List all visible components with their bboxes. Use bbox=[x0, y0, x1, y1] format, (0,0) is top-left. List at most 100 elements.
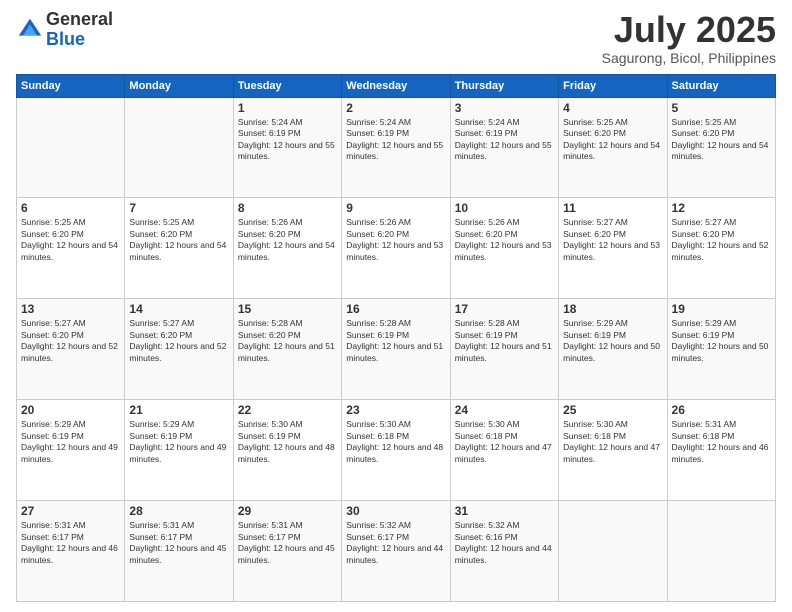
day-number: 6 bbox=[21, 201, 120, 215]
day-number: 4 bbox=[563, 101, 662, 115]
day-cell: 16Sunrise: 5:28 AMSunset: 6:19 PMDayligh… bbox=[342, 299, 450, 400]
day-header-friday: Friday bbox=[559, 74, 667, 97]
day-header-thursday: Thursday bbox=[450, 74, 558, 97]
day-header-wednesday: Wednesday bbox=[342, 74, 450, 97]
day-number: 3 bbox=[455, 101, 554, 115]
day-number: 20 bbox=[21, 403, 120, 417]
day-info: Sunrise: 5:26 AMSunset: 6:20 PMDaylight:… bbox=[455, 217, 554, 263]
day-cell: 21 Sunrise: 5:29 AMSunset: 6:19 PMDayligh… bbox=[125, 400, 233, 501]
day-cell: 8 Sunrise: 5:26 AMSunset: 6:20 PMDaylight… bbox=[233, 198, 341, 299]
day-cell: 20 Sunrise: 5:29 AMSunset: 6:19 PMDayligh… bbox=[17, 400, 125, 501]
day-info: Sunrise: 5:29 AMSunset: 6:19 PMDaylight:… bbox=[21, 419, 120, 465]
day-number: 15 bbox=[238, 302, 337, 316]
day-number: 13 bbox=[21, 302, 120, 316]
day-info: Sunrise: 5:31 AMSunset: 6:17 PMDaylight:… bbox=[21, 520, 120, 566]
day-header-sunday: Sunday bbox=[17, 74, 125, 97]
day-cell: 12Sunrise: 5:27 AMSunset: 6:20 PMDayligh… bbox=[667, 198, 775, 299]
location: Sagurong, Bicol, Philippines bbox=[602, 50, 776, 66]
day-cell bbox=[667, 501, 775, 602]
day-cell: 11 Sunrise: 5:27 AMSunset: 6:20 PMDayligh… bbox=[559, 198, 667, 299]
day-cell: 2 Sunrise: 5:24 AMSunset: 6:19 PMDaylight… bbox=[342, 97, 450, 198]
month-title: July 2025 bbox=[602, 10, 776, 50]
week-row-4: 20 Sunrise: 5:29 AMSunset: 6:19 PMDayligh… bbox=[17, 400, 776, 501]
day-info: Sunrise: 5:24 AMSunset: 6:19 PMDaylight:… bbox=[238, 117, 337, 163]
logo-general: General bbox=[46, 10, 113, 30]
day-cell: 14Sunrise: 5:27 AMSunset: 6:20 PMDayligh… bbox=[125, 299, 233, 400]
day-info: Sunrise: 5:27 AMSunset: 6:20 PMDaylight:… bbox=[21, 318, 120, 364]
day-cell: 6 Sunrise: 5:25 AMSunset: 6:20 PMDaylight… bbox=[17, 198, 125, 299]
day-info: Sunrise: 5:27 AMSunset: 6:20 PMDaylight:… bbox=[563, 217, 662, 263]
day-cell: 4 Sunrise: 5:25 AMSunset: 6:20 PMDaylight… bbox=[559, 97, 667, 198]
logo-text: General Blue bbox=[46, 10, 113, 50]
day-cell: 27 Sunrise: 5:31 AMSunset: 6:17 PMDayligh… bbox=[17, 501, 125, 602]
day-number: 29 bbox=[238, 504, 337, 518]
day-cell: 19Sunrise: 5:29 AMSunset: 6:19 PMDayligh… bbox=[667, 299, 775, 400]
day-cell: 5 Sunrise: 5:25 AMSunset: 6:20 PMDaylight… bbox=[667, 97, 775, 198]
day-cell: 29 Sunrise: 5:31 AMSunset: 6:17 PMDayligh… bbox=[233, 501, 341, 602]
day-cell bbox=[125, 97, 233, 198]
week-row-5: 27 Sunrise: 5:31 AMSunset: 6:17 PMDayligh… bbox=[17, 501, 776, 602]
day-header-monday: Monday bbox=[125, 74, 233, 97]
title-section: July 2025 Sagurong, Bicol, Philippines bbox=[602, 10, 776, 66]
day-number: 17 bbox=[455, 302, 554, 316]
day-info: Sunrise: 5:30 AMSunset: 6:18 PMDaylight:… bbox=[563, 419, 662, 465]
day-number: 10 bbox=[455, 201, 554, 215]
day-number: 8 bbox=[238, 201, 337, 215]
day-info: Sunrise: 5:25 AMSunset: 6:20 PMDaylight:… bbox=[129, 217, 228, 263]
day-info: Sunrise: 5:25 AMSunset: 6:20 PMDaylight:… bbox=[21, 217, 120, 263]
day-number: 22 bbox=[238, 403, 337, 417]
day-cell: 9 Sunrise: 5:26 AMSunset: 6:20 PMDaylight… bbox=[342, 198, 450, 299]
day-info: Sunrise: 5:24 AMSunset: 6:19 PMDaylight:… bbox=[346, 117, 445, 163]
day-info: Sunrise: 5:28 AMSunset: 6:20 PMDaylight:… bbox=[238, 318, 337, 364]
day-cell: 3 Sunrise: 5:24 AMSunset: 6:19 PMDaylight… bbox=[450, 97, 558, 198]
day-number: 26 bbox=[672, 403, 771, 417]
day-cell bbox=[559, 501, 667, 602]
day-info: Sunrise: 5:30 AMSunset: 6:18 PMDaylight:… bbox=[346, 419, 445, 465]
day-cell: 1Sunrise: 5:24 AMSunset: 6:19 PMDaylight… bbox=[233, 97, 341, 198]
week-row-2: 6 Sunrise: 5:25 AMSunset: 6:20 PMDaylight… bbox=[17, 198, 776, 299]
day-number: 23 bbox=[346, 403, 445, 417]
day-info: Sunrise: 5:26 AMSunset: 6:20 PMDaylight:… bbox=[346, 217, 445, 263]
day-info: Sunrise: 5:25 AMSunset: 6:20 PMDaylight:… bbox=[672, 117, 771, 163]
day-cell: 18Sunrise: 5:29 AMSunset: 6:19 PMDayligh… bbox=[559, 299, 667, 400]
page: General Blue July 2025 Sagurong, Bicol, … bbox=[0, 0, 792, 612]
day-info: Sunrise: 5:32 AMSunset: 6:16 PMDaylight:… bbox=[455, 520, 554, 566]
day-cell: 25Sunrise: 5:30 AMSunset: 6:18 PMDayligh… bbox=[559, 400, 667, 501]
day-number: 14 bbox=[129, 302, 228, 316]
day-cell: 24Sunrise: 5:30 AMSunset: 6:18 PMDayligh… bbox=[450, 400, 558, 501]
day-number: 28 bbox=[129, 504, 228, 518]
day-info: Sunrise: 5:25 AMSunset: 6:20 PMDaylight:… bbox=[563, 117, 662, 163]
day-cell: 31 Sunrise: 5:32 AMSunset: 6:16 PMDayligh… bbox=[450, 501, 558, 602]
calendar-table: SundayMondayTuesdayWednesdayThursdayFrid… bbox=[16, 74, 776, 602]
day-number: 12 bbox=[672, 201, 771, 215]
day-cell: 7 Sunrise: 5:25 AMSunset: 6:20 PMDaylight… bbox=[125, 198, 233, 299]
day-number: 18 bbox=[563, 302, 662, 316]
day-number: 16 bbox=[346, 302, 445, 316]
logo: General Blue bbox=[16, 10, 113, 50]
day-info: Sunrise: 5:29 AMSunset: 6:19 PMDaylight:… bbox=[129, 419, 228, 465]
day-cell: 13 Sunrise: 5:27 AMSunset: 6:20 PMDayligh… bbox=[17, 299, 125, 400]
day-number: 21 bbox=[129, 403, 228, 417]
day-number: 7 bbox=[129, 201, 228, 215]
day-number: 31 bbox=[455, 504, 554, 518]
day-info: Sunrise: 5:24 AMSunset: 6:19 PMDaylight:… bbox=[455, 117, 554, 163]
day-info: Sunrise: 5:31 AMSunset: 6:17 PMDaylight:… bbox=[129, 520, 228, 566]
logo-blue: Blue bbox=[46, 30, 113, 50]
week-row-3: 13 Sunrise: 5:27 AMSunset: 6:20 PMDayligh… bbox=[17, 299, 776, 400]
day-header-tuesday: Tuesday bbox=[233, 74, 341, 97]
day-info: Sunrise: 5:26 AMSunset: 6:20 PMDaylight:… bbox=[238, 217, 337, 263]
week-row-1: 1Sunrise: 5:24 AMSunset: 6:19 PMDaylight… bbox=[17, 97, 776, 198]
day-info: Sunrise: 5:30 AMSunset: 6:19 PMDaylight:… bbox=[238, 419, 337, 465]
day-number: 9 bbox=[346, 201, 445, 215]
day-cell: 10 Sunrise: 5:26 AMSunset: 6:20 PMDayligh… bbox=[450, 198, 558, 299]
day-info: Sunrise: 5:31 AMSunset: 6:17 PMDaylight:… bbox=[238, 520, 337, 566]
day-header-saturday: Saturday bbox=[667, 74, 775, 97]
day-info: Sunrise: 5:29 AMSunset: 6:19 PMDaylight:… bbox=[672, 318, 771, 364]
day-number: 24 bbox=[455, 403, 554, 417]
day-number: 2 bbox=[346, 101, 445, 115]
day-number: 11 bbox=[563, 201, 662, 215]
day-cell bbox=[17, 97, 125, 198]
day-number: 5 bbox=[672, 101, 771, 115]
logo-icon bbox=[16, 16, 44, 44]
day-number: 27 bbox=[21, 504, 120, 518]
